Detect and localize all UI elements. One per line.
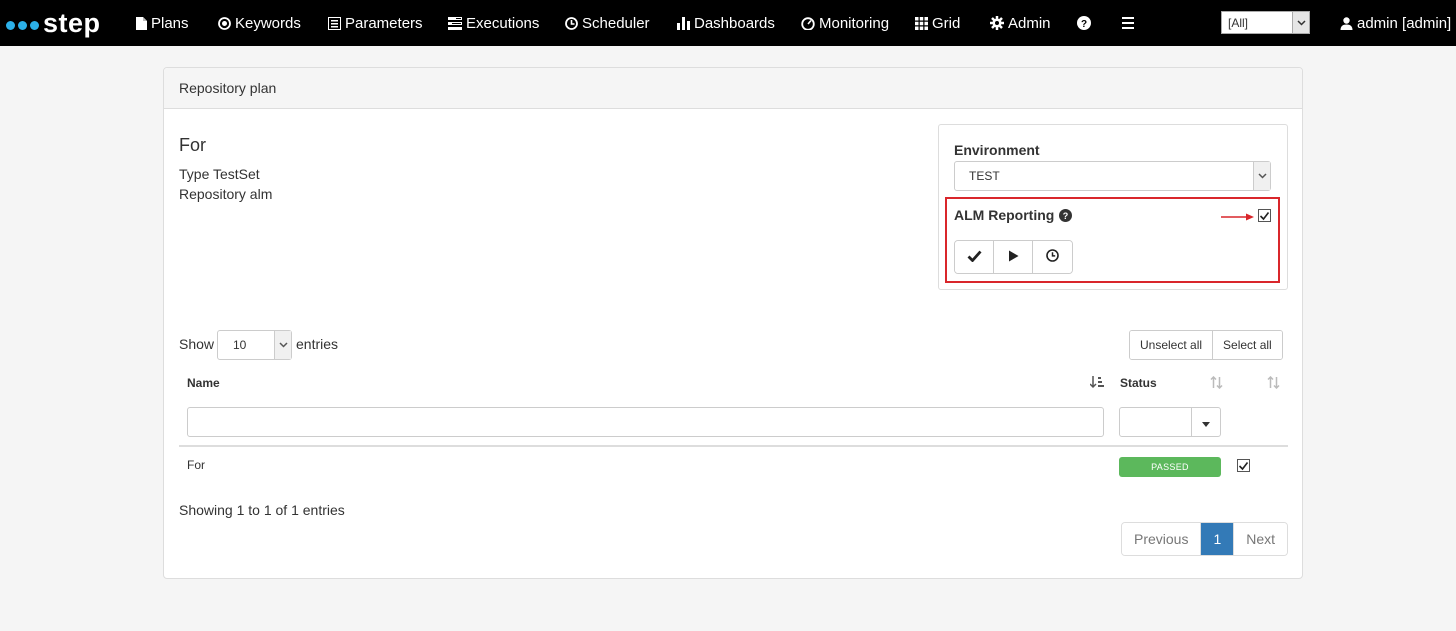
plan-title: For [179,135,206,155]
checkmark-icon [1259,211,1270,220]
tenant-select[interactable]: [All] [1221,11,1310,34]
column-header-status[interactable]: Status [1120,376,1157,390]
pagination: Previous 1 Next [1121,522,1289,556]
tasks-icon [448,16,462,30]
svg-text:?: ? [1063,211,1069,221]
pagination-previous[interactable]: Previous [1122,523,1202,555]
execution-button-group [954,240,1073,274]
sort-alpha-icon[interactable] [1089,376,1104,392]
play-icon [1008,249,1019,265]
status-filter-input[interactable] [1120,408,1191,436]
checkmark-icon [1238,461,1249,470]
hamburger-icon [1122,17,1134,29]
nav-monitoring-label: Monitoring [819,14,890,32]
dot-circle-icon [218,16,231,30]
unselect-all-button[interactable]: Unselect all [1130,331,1214,359]
panel-heading: Repository plan [164,68,1302,109]
nav-admin[interactable]: Admin [990,0,1051,46]
nav-scheduler[interactable]: Scheduler [565,0,650,46]
check-icon [967,249,982,265]
chevron-down-icon [1292,12,1309,33]
chevron-down-icon [274,331,291,359]
help-button[interactable]: ? [1077,0,1095,46]
table-row-name: For [187,458,205,472]
environment-select-value: TEST [969,169,1000,183]
plan-type: Type TestSet [179,166,260,182]
status-filter-dropdown[interactable] [1191,408,1220,436]
alm-reporting-text: ALM Reporting [954,207,1055,223]
dashboard-icon [801,16,815,30]
select-all-button[interactable]: Select all [1213,331,1282,359]
nav-parameters[interactable]: Parameters [328,0,423,46]
list-alt-icon [328,16,341,30]
nav-dashboards[interactable]: Dashboards [677,0,775,46]
execute-play-button[interactable] [994,241,1033,273]
grid-icon [915,16,928,30]
user-menu[interactable]: admin [admin] [1340,0,1451,46]
row-select-checkbox[interactable] [1237,459,1250,472]
question-circle-icon: ? [1077,16,1091,30]
nav-keywords-label: Keywords [235,14,301,32]
nav-plans-label: Plans [151,14,189,32]
logo-dots [6,20,39,30]
table-header-divider [179,445,1288,447]
environment-label: Environment [954,142,1040,158]
sort-icon[interactable] [1210,375,1223,392]
entries-label: entries [296,336,339,352]
red-arrow-annotation-icon [1221,209,1255,225]
page-length-select[interactable]: 10 [217,330,292,360]
execute-check-button[interactable] [955,241,994,273]
name-filter-input[interactable] [187,407,1104,437]
chevron-down-icon [1253,162,1270,190]
user-icon [1340,16,1353,30]
logo-text: step [43,7,101,38]
menu-button[interactable] [1122,0,1138,46]
user-label: admin [admin] [1357,14,1452,32]
show-label: Show [179,336,215,352]
plan-repository: Repository alm [179,186,273,202]
alm-reporting-checkbox[interactable] [1258,209,1271,222]
sort-icon[interactable] [1267,375,1280,392]
pagination-next[interactable]: Next [1234,523,1288,555]
tenant-select-value: [All] [1228,15,1249,30]
status-filter[interactable] [1119,407,1221,437]
status-badge: PASSED [1119,457,1221,477]
top-navbar: step Plans Keywords Parameters Execution… [0,0,1456,46]
selection-buttons: Unselect all Select all [1129,330,1283,360]
nav-dashboards-label: Dashboards [694,14,775,32]
file-icon [136,16,147,30]
caret-down-icon [1202,414,1210,430]
repository-plan-panel: Repository plan For Type TestSet Reposit… [163,67,1303,579]
nav-executions[interactable]: Executions [448,0,539,46]
nav-plans[interactable]: Plans [136,0,189,46]
question-circle-icon[interactable]: ? [1059,208,1073,222]
nav-grid[interactable]: Grid [915,0,960,46]
cog-icon [990,16,1004,30]
pagination-page-1[interactable]: 1 [1201,523,1235,555]
nav-executions-label: Executions [466,14,540,32]
alm-reporting-label: ALM Reporting ? [954,207,1073,223]
nav-monitoring[interactable]: Monitoring [801,0,889,46]
page-length-value: 10 [233,338,247,352]
step-logo[interactable]: step [6,5,101,41]
nav-admin-label: Admin [1008,14,1051,32]
clock-icon [1046,249,1059,265]
table-info: Showing 1 to 1 of 1 entries [179,502,345,518]
bar-chart-icon [677,16,690,30]
column-header-name[interactable]: Name [187,376,220,390]
nav-keywords[interactable]: Keywords [218,0,301,46]
environment-select[interactable]: TEST [954,161,1271,191]
schedule-button[interactable] [1033,241,1072,273]
clock-icon [565,16,578,30]
svg-text:?: ? [1081,19,1087,30]
nav-parameters-label: Parameters [345,14,423,32]
nav-grid-label: Grid [932,14,961,32]
nav-scheduler-label: Scheduler [582,14,650,32]
